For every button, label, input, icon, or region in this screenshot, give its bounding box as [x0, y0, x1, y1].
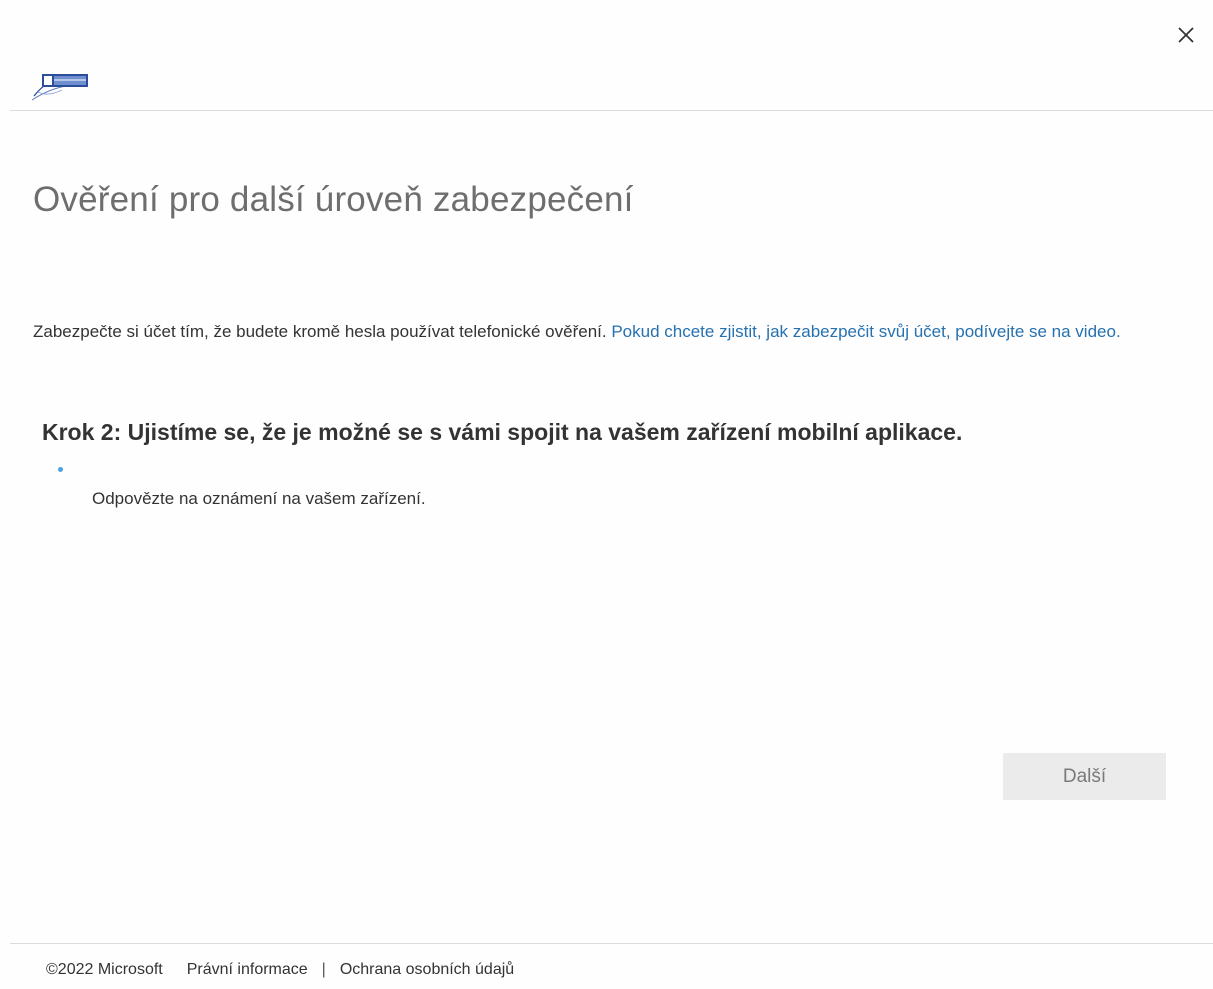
- organization-logo: [28, 66, 92, 104]
- instruction-text: Odpovězte na oznámení na vašem zařízení.: [92, 489, 426, 508]
- footer: ©2022 Microsoft Právní informace | Ochra…: [46, 961, 514, 979]
- intro-text: Zabezpečte si účet tím, že budete kromě …: [33, 322, 612, 341]
- copyright-text: ©2022 Microsoft: [46, 961, 163, 978]
- footer-divider: [10, 943, 1213, 944]
- header-divider: [10, 110, 1213, 111]
- page-title: Ověření pro další úroveň zabezpečení: [33, 180, 634, 219]
- next-button[interactable]: Další: [1003, 753, 1166, 800]
- legal-link[interactable]: Právní informace: [187, 961, 308, 979]
- step-title: Krok 2: Ujistíme se, že je možné se s vá…: [42, 419, 963, 445]
- footer-separator: |: [321, 961, 326, 978]
- close-button[interactable]: [1173, 22, 1199, 48]
- video-help-link[interactable]: Pokud chcete zjistit, jak zabezpečit svů…: [611, 322, 1120, 341]
- intro-paragraph: Zabezpečte si účet tím, že budete kromě …: [33, 319, 1153, 344]
- privacy-link[interactable]: Ochrana osobních údajů: [340, 961, 514, 979]
- progress-indicator-icon: [58, 467, 63, 472]
- close-icon: [1178, 27, 1194, 43]
- mfa-setup-page: Ověření pro další úroveň zabezpečení Zab…: [0, 0, 1213, 989]
